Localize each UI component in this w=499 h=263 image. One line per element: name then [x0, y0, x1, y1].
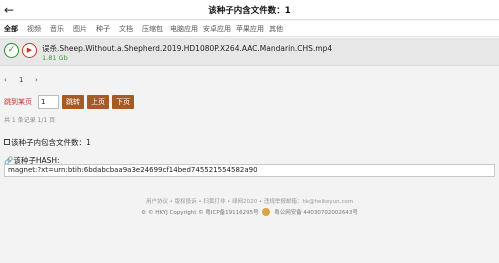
tab-torrent[interactable]: 种子 [96, 24, 110, 34]
next-page-icon[interactable]: › [35, 76, 38, 84]
file-count: 该种子内包含文件数：1 [4, 137, 91, 148]
tab-archives[interactable]: 压缩包 [142, 24, 163, 34]
current-page[interactable]: 1 [19, 76, 23, 84]
tab-music[interactable]: 音乐 [50, 24, 64, 34]
prev-page-icon[interactable]: ‹ [4, 76, 7, 84]
police-badge-icon [262, 208, 271, 216]
tab-video[interactable]: 视频 [27, 24, 41, 34]
tab-other[interactable]: 其他 [269, 24, 283, 34]
check-icon[interactable]: ✓ [4, 43, 19, 58]
prev-page-button[interactable]: 上页 [87, 95, 109, 109]
file-size: 1.81 Gb [42, 54, 68, 62]
file-name[interactable]: 误杀.Sheep.Without.a.Shepherd.2019.HD1080P… [42, 43, 332, 54]
page-title: 该种子内含文件数：1 [208, 6, 291, 16]
category-tabs: 全部 视频 音乐 图片 种子 文档 压缩包 电脑应用 安卓应用 苹果应用 其他 [0, 21, 499, 37]
file-row[interactable]: ✓ ▶ 误杀.Sheep.Without.a.Shepherd.2019.HD1… [0, 38, 499, 66]
tab-images[interactable]: 图片 [73, 24, 87, 34]
footer-links[interactable]: 用户协议 • 版权投诉 • 扫黄打非 • 绿网2020 • 违规举报邮箱：hk@… [0, 197, 499, 205]
tab-documents[interactable]: 文档 [119, 24, 133, 34]
jump-button[interactable]: 跳转 [62, 95, 84, 109]
record-summary: 共 1 条记录 1/1 页 [4, 117, 56, 124]
icp-link[interactable]: 粤ICP备19116295号 [205, 210, 258, 216]
file-count-text: 该种子内包含文件数：1 [11, 138, 91, 147]
hash-field[interactable]: magnet:?xt=urn:btih:6bdabcbaa9a3e24699cf… [4, 164, 495, 177]
jump-label: 跳到某页 [4, 98, 32, 106]
copyright-text: © HKYJ Copyright © [148, 210, 204, 216]
tab-all[interactable]: 全部 [4, 24, 18, 34]
page-jump: 跳到某页 跳转 上页 下页 [4, 95, 164, 109]
footer-copyright: ⚙ © HKYJ Copyright © 粤ICP备19116295号 粤公网安备… [0, 208, 499, 216]
video-file-icon: ▶ [22, 43, 37, 58]
police-link[interactable]: 粤公网安备 44030702002643号 [274, 210, 358, 216]
tab-android-apps[interactable]: 安卓应用 [203, 24, 231, 34]
page-number-input[interactable] [38, 95, 59, 109]
tab-ios-apps[interactable]: 苹果应用 [236, 24, 264, 34]
next-page-button[interactable]: 下页 [112, 95, 134, 109]
list-icon [4, 139, 10, 145]
logo-icon: ⚙ [141, 210, 146, 216]
header-bar: ← 该种子内含文件数：1 [0, 0, 499, 20]
tab-pc-apps[interactable]: 电脑应用 [170, 24, 198, 34]
